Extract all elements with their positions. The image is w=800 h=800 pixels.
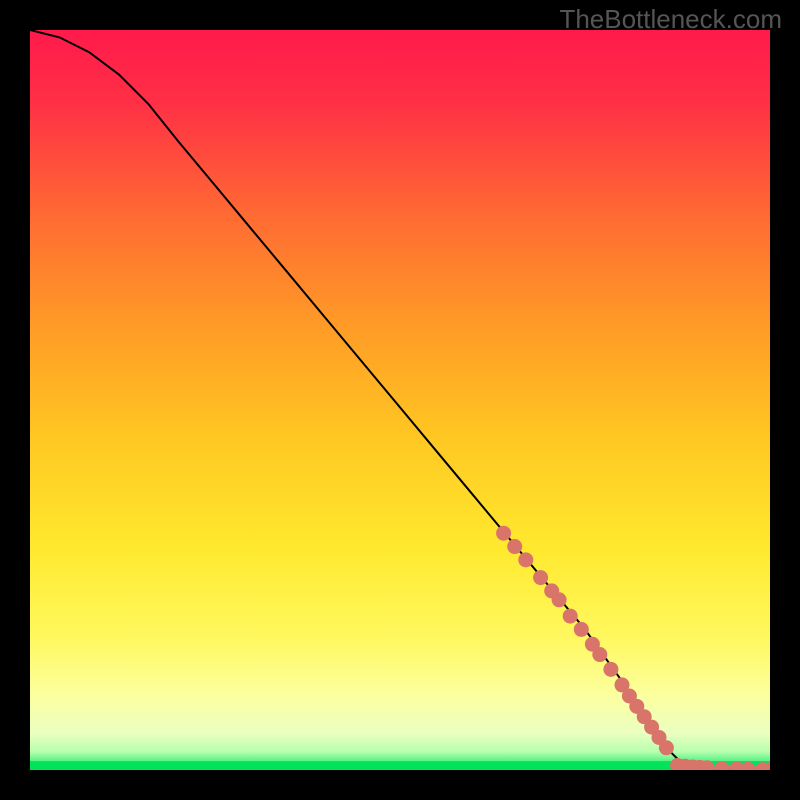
plot-area — [30, 30, 770, 770]
highlight-dot — [496, 526, 511, 541]
highlight-dot — [552, 592, 567, 607]
highlight-dot — [563, 609, 578, 624]
highlight-dot — [659, 740, 674, 755]
highlight-dot — [518, 552, 533, 567]
highlight-dot — [603, 662, 618, 677]
highlight-dot — [533, 570, 548, 585]
highlight-dot — [507, 539, 522, 554]
plot-svg — [30, 30, 770, 770]
gradient-background — [30, 30, 770, 770]
highlight-dot — [592, 647, 607, 662]
chart-container: TheBottleneck.com — [0, 0, 800, 800]
highlight-dot — [574, 622, 589, 637]
green-band — [30, 761, 770, 770]
